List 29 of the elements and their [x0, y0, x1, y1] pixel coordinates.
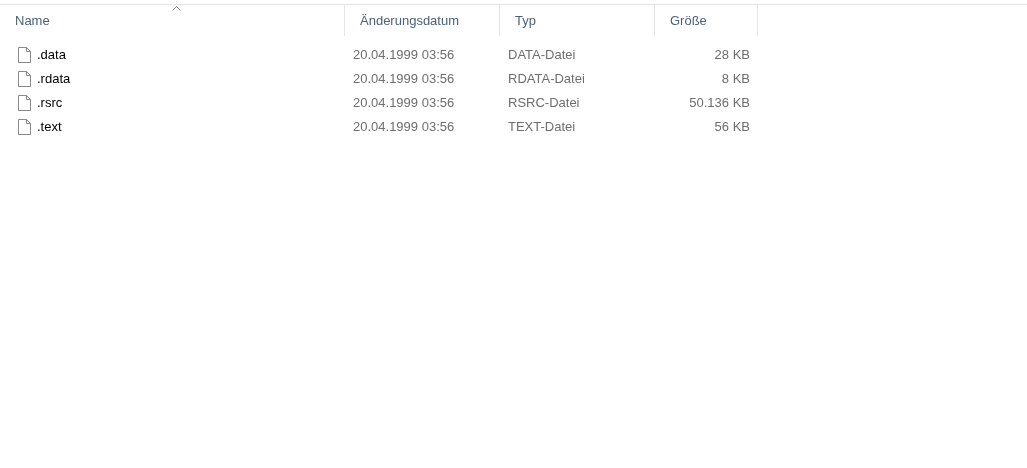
modified-date: 20.04.1999 03:56 — [353, 71, 455, 87]
file-size: 8 KB — [721, 70, 750, 89]
file-name[interactable]: .data — [37, 45, 66, 65]
column-header[interactable]: Typ — [500, 5, 655, 36]
file-name[interactable]: .rdata — [37, 69, 71, 89]
column-header[interactable]: Änderungsdatum — [345, 5, 500, 36]
file-name[interactable]: .text — [37, 117, 62, 137]
file-name[interactable]: .rsrc — [37, 93, 63, 113]
column-header[interactable]: Größe — [655, 5, 758, 36]
file-icon — [18, 71, 31, 87]
modified-date: 20.04.1999 03:56 — [353, 119, 455, 135]
column-label: Typ — [515, 11, 536, 30]
file-size: 50.136 KB — [689, 94, 750, 113]
file-type: RSRC-Datei — [508, 95, 580, 111]
column-header[interactable]: Name — [0, 5, 345, 36]
file-icon — [18, 47, 31, 63]
modified-date: 20.04.1999 03:56 — [353, 95, 455, 111]
sort-caret-icon — [172, 6, 181, 11]
column-label: Änderungsdatum — [360, 11, 459, 30]
modified-date: 20.04.1999 03:56 — [353, 47, 455, 63]
file-type: RDATA-Datei — [508, 71, 585, 87]
file-size: 28 KB — [714, 46, 750, 65]
column-label: Größe — [670, 11, 707, 30]
file-size: 56 KB — [714, 118, 750, 137]
file-type: DATA-Datei — [508, 47, 576, 63]
file-icon — [18, 119, 31, 135]
file-icon — [18, 95, 31, 111]
column-label: Name — [15, 11, 50, 30]
file-type: TEXT-Datei — [508, 119, 576, 135]
